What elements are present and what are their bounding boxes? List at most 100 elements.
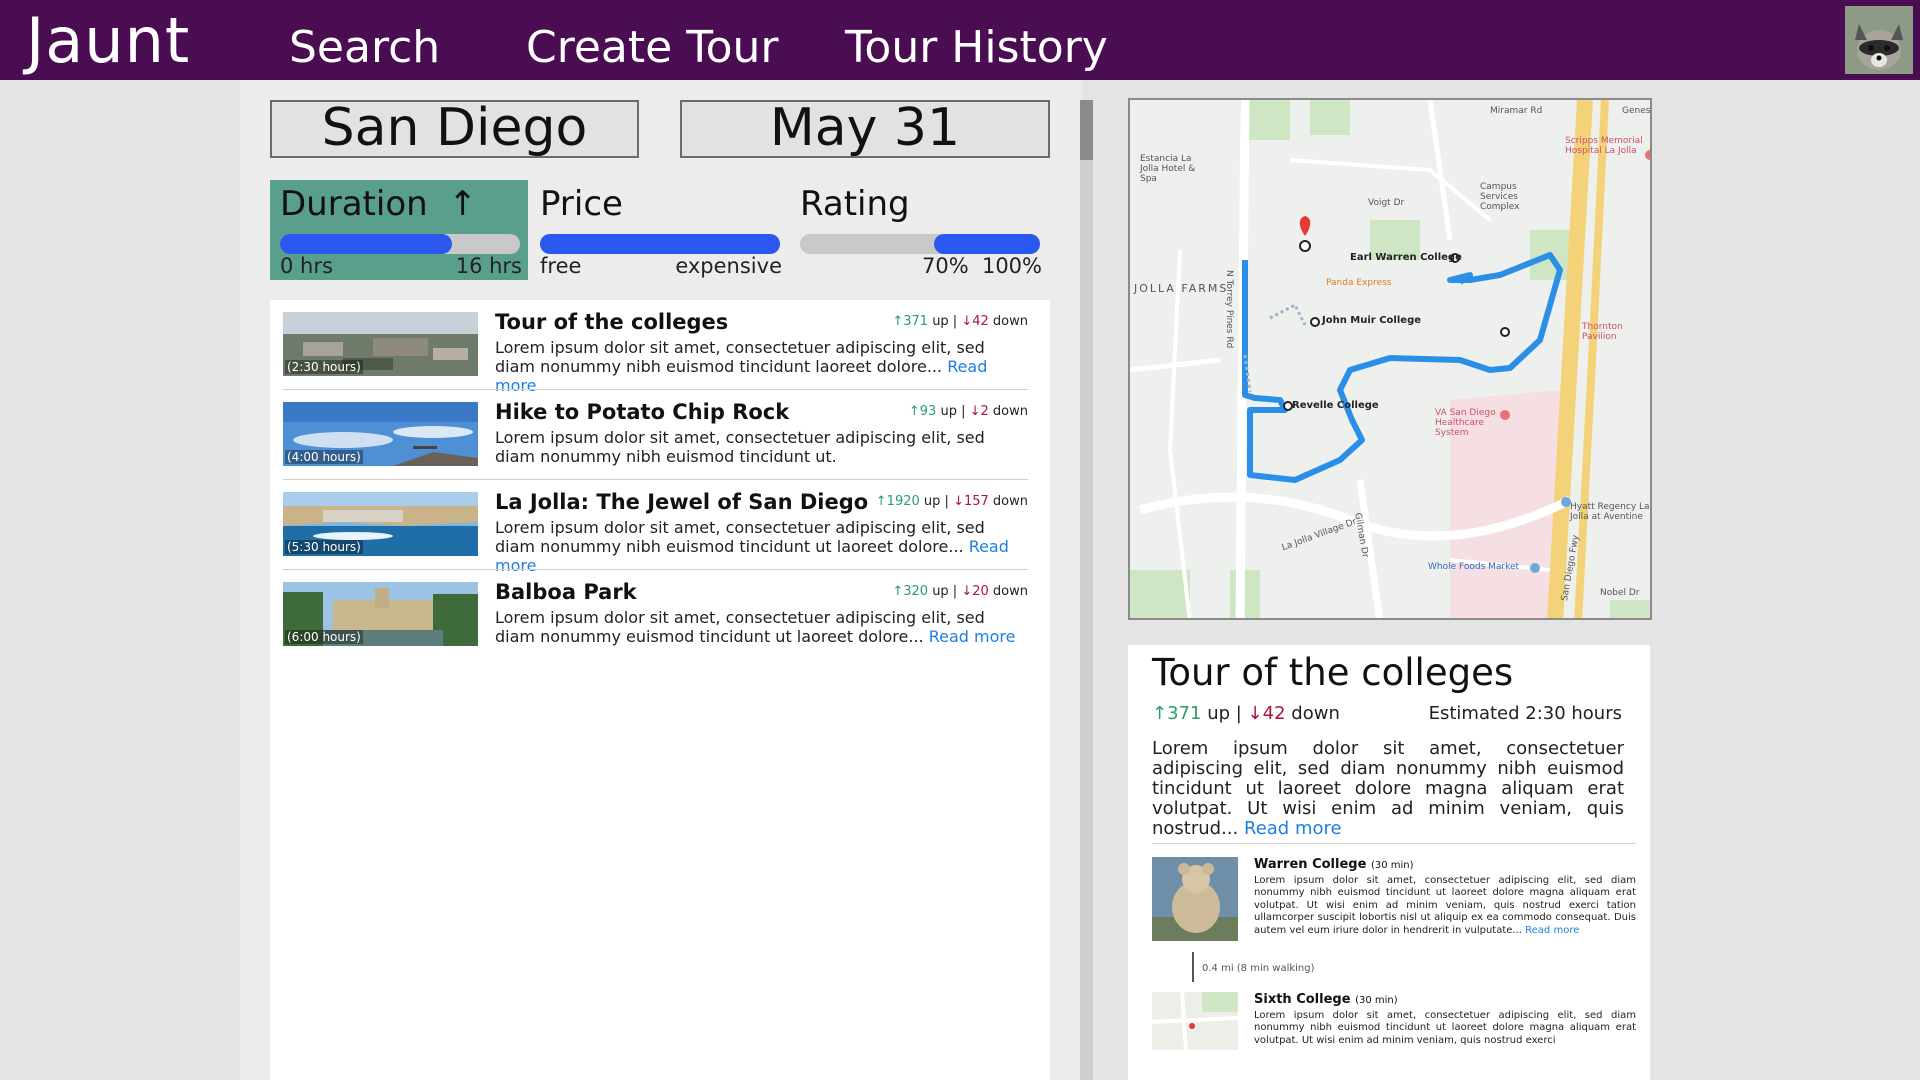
user-avatar[interactable] <box>1845 6 1913 74</box>
map-thumbnail-icon <box>1152 992 1238 1050</box>
detail-description: Lorem ipsum dolor sit amet, consectetuer… <box>1152 739 1624 839</box>
downvote-label: down <box>992 314 1028 329</box>
duration-filter[interactable]: Duration ↑ 0 hrs 16 hrs <box>270 180 528 280</box>
upvote-count[interactable]: ↑320 <box>892 584 928 599</box>
tour-thumbnail[interactable]: (2:30 hours) <box>283 312 478 376</box>
map-label: Thornton Pavilion <box>1582 322 1623 342</box>
tour-thumbnail[interactable]: (5:30 hours) <box>283 492 478 556</box>
upvote-label: up | <box>1207 703 1242 724</box>
stop-image[interactable] <box>1152 992 1238 1050</box>
stop-description: Lorem ipsum dolor sit amet, consectetuer… <box>1254 1010 1636 1047</box>
city-field[interactable]: San Diego <box>270 100 639 158</box>
price-max-label: expensive <box>675 254 782 278</box>
downvote-label: down <box>992 584 1028 599</box>
map-label: Whole Foods Market <box>1428 562 1520 572</box>
duration-filter-label[interactable]: Duration ↑ <box>280 184 477 224</box>
rating-slider[interactable] <box>800 234 1040 254</box>
duration-slider[interactable] <box>280 234 520 254</box>
app-logo[interactable]: Jaunt <box>26 4 190 77</box>
map-label: Hyatt Regency La Jolla at Aventine <box>1570 502 1650 522</box>
detail-votes: ↑371 up | ↓42 down <box>1152 703 1340 724</box>
upvote-label: up | <box>923 494 949 509</box>
tour-description: Lorem ipsum dolor sit amet, consectetuer… <box>495 428 1028 466</box>
price-slider[interactable] <box>540 234 780 254</box>
divider <box>1152 843 1636 844</box>
date-field[interactable]: May 31 <box>680 100 1050 158</box>
tour-detail-panel: Tour of the colleges ↑371 up | ↓42 down … <box>1128 645 1650 1080</box>
stop-description: Lorem ipsum dolor sit amet, consectetuer… <box>1254 875 1636 937</box>
downvote-count[interactable]: ↓2 <box>970 404 989 419</box>
upvote-count[interactable]: ↑93 <box>909 404 936 419</box>
duration-min-label: 0 hrs <box>280 254 333 278</box>
read-more-link[interactable]: Read more <box>1525 925 1579 936</box>
tour-thumbnail[interactable]: (6:00 hours) <box>283 582 478 646</box>
tour-votes: ↑1920 up | ↓157 down <box>876 494 1028 509</box>
result-item[interactable]: (5:30 hours) La Jolla: The Jewel of San … <box>283 480 1028 575</box>
tour-description: Lorem ipsum dolor sit amet, consectetuer… <box>495 518 1028 575</box>
tour-thumbnail[interactable]: (4:00 hours) <box>283 402 478 466</box>
duration-slider-fill[interactable] <box>280 234 452 254</box>
tour-map[interactable]: Earl Warren College John Muir College Re… <box>1128 98 1652 620</box>
map-label: Campus Services Complex <box>1480 182 1520 212</box>
downvote-count[interactable]: ↓157 <box>953 494 989 509</box>
price-min-label: free <box>540 254 582 278</box>
nav-search[interactable]: Search <box>289 22 440 73</box>
tour-description-text: Lorem ipsum dolor sit amet, consectetuer… <box>495 428 985 466</box>
stop-title[interactable]: Sixth College (30 min) <box>1254 992 1398 1007</box>
downvote-count[interactable]: ↓20 <box>961 584 988 599</box>
scrollbar-thumb[interactable] <box>1080 100 1093 160</box>
tour-description-text: Lorem ipsum dolor sit amet, consectetuer… <box>495 338 985 376</box>
tour-stop[interactable]: Warren College (30 min) Lorem ipsum dolo… <box>1152 857 1636 947</box>
upvote-count[interactable]: ↑371 <box>1152 703 1201 724</box>
tour-title[interactable]: Hike to Potato Chip Rock <box>495 400 789 424</box>
result-item[interactable]: (6:00 hours) Balboa Park ↑320 up | ↓20 d… <box>283 570 1028 660</box>
map-label: VA San Diego Healthcare System <box>1435 408 1496 438</box>
stop-description-text: Lorem ipsum dolor sit amet, consectetuer… <box>1254 1010 1636 1046</box>
duration-label: Duration <box>280 184 428 224</box>
search-results-panel: San Diego May 31 Duration ↑ 0 hrs 16 hrs… <box>240 80 1082 1080</box>
price-slider-fill[interactable] <box>540 234 780 254</box>
tour-duration-badge: (2:30 hours) <box>285 360 363 374</box>
tour-stop[interactable]: Sixth College (30 min) Lorem ipsum dolor… <box>1152 992 1636 1052</box>
upvote-count[interactable]: ↑371 <box>892 314 928 329</box>
downvote-count[interactable]: ↓42 <box>1248 703 1286 724</box>
downvote-label: down <box>992 494 1028 509</box>
rating-slider-fill[interactable] <box>934 234 1040 254</box>
map-label: Panda Express <box>1326 278 1392 288</box>
top-nav-bar: Jaunt Search Create Tour Tour History <box>0 0 1920 80</box>
nav-create-tour[interactable]: Create Tour <box>526 22 778 73</box>
stop-image[interactable] <box>1152 857 1238 941</box>
stop-duration: (30 min) <box>1355 995 1398 1006</box>
price-filter[interactable]: Price free expensive <box>530 180 788 280</box>
tour-duration-badge: (4:00 hours) <box>285 450 363 464</box>
tour-title[interactable]: Tour of the colleges <box>495 310 728 334</box>
map-label: JOLLA FARMS <box>1134 282 1229 295</box>
downvote-count[interactable]: ↓42 <box>961 314 988 329</box>
rating-filter-label[interactable]: Rating <box>800 184 910 224</box>
tour-votes: ↑320 up | ↓20 down <box>892 584 1028 599</box>
rating-filter[interactable]: Rating 70% 100% <box>790 180 1048 280</box>
result-item[interactable]: (2:30 hours) Tour of the colleges ↑371 u… <box>283 300 1028 395</box>
tour-title[interactable]: Balboa Park <box>495 580 637 604</box>
raccoon-avatar-icon <box>1845 6 1913 74</box>
stop-name: Sixth College <box>1254 992 1351 1007</box>
read-more-link[interactable]: Read more <box>929 627 1016 646</box>
map-label: Voigt Dr <box>1368 198 1405 208</box>
map-label: Earl Warren College <box>1350 252 1462 263</box>
upvote-count[interactable]: ↑1920 <box>876 494 920 509</box>
duration-max-label: 16 hrs <box>455 254 522 278</box>
tour-description: Lorem ipsum dolor sit amet, consectetuer… <box>495 338 1028 395</box>
result-item[interactable]: (4:00 hours) Hike to Potato Chip Rock ↑9… <box>283 390 1028 480</box>
upvote-label: up | <box>932 584 958 599</box>
upvote-label: up | <box>932 314 958 329</box>
read-more-link[interactable]: Read more <box>1244 818 1342 839</box>
tour-description: Lorem ipsum dolor sit amet, consectetuer… <box>495 608 1028 646</box>
bear-statue-image-icon <box>1152 857 1238 941</box>
rating-min-label: 70% <box>922 254 969 278</box>
price-filter-label[interactable]: Price <box>540 184 623 224</box>
stop-title[interactable]: Warren College (30 min) <box>1254 857 1414 872</box>
nav-tour-history[interactable]: Tour History <box>845 22 1108 73</box>
tour-title[interactable]: La Jolla: The Jewel of San Diego <box>495 490 868 514</box>
scrollbar[interactable] <box>1080 100 1093 1080</box>
walk-connector <box>1192 952 1194 982</box>
